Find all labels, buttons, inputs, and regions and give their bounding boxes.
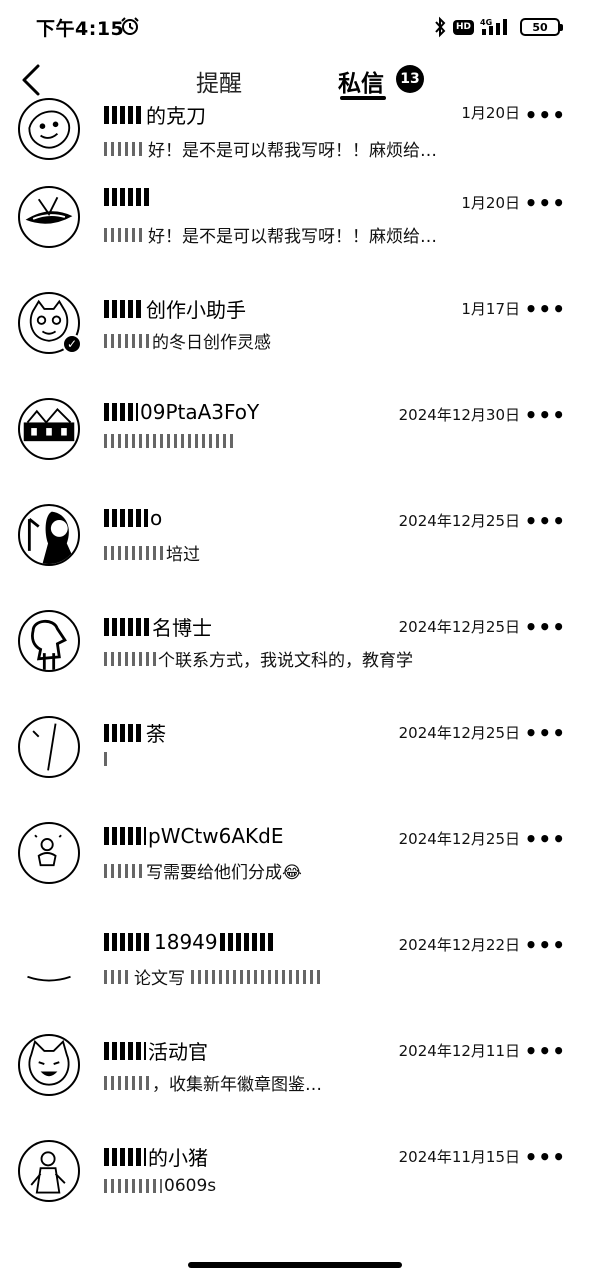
message-preview: 的冬日创作灵感 bbox=[104, 328, 271, 353]
conversation-row[interactable]: 活动官 2024年12月11日 ••• ，收集新年徽章图鉴… bbox=[0, 1026, 590, 1132]
message-date: 2024年12月11日 bbox=[398, 1042, 520, 1060]
message-date: 2024年12月30日 bbox=[398, 406, 520, 424]
message-preview bbox=[104, 434, 236, 448]
contact-name: 的克刀 bbox=[104, 100, 206, 129]
more-horizontal-icon[interactable]: ••• bbox=[525, 1041, 566, 1061]
conversation-row[interactable]: 名博士 2024年12月25日 ••• 个联系方式，我说文科的，教育学 bbox=[0, 602, 590, 708]
battery-level: 50 bbox=[532, 20, 548, 34]
contact-name: 荼 bbox=[104, 718, 166, 747]
network-type: 4G bbox=[480, 18, 492, 27]
avatar[interactable] bbox=[18, 716, 80, 778]
more-horizontal-icon[interactable]: ••• bbox=[525, 405, 566, 425]
active-tab-indicator bbox=[340, 96, 386, 100]
more-horizontal-icon[interactable]: ••• bbox=[525, 617, 566, 637]
message-date: 1月17日 bbox=[461, 300, 520, 318]
avatar[interactable] bbox=[18, 398, 80, 460]
conversation-row[interactable]: 1月20日 ••• 好！是不是可以帮我写呀！！麻烦给… bbox=[0, 178, 590, 284]
message-date: 2024年12月25日 bbox=[398, 512, 520, 530]
conversation-row[interactable]: 09PtaA3FoY 2024年12月30日 ••• bbox=[0, 390, 590, 496]
message-preview: 写需要给他们分成😂 bbox=[104, 858, 302, 883]
contact-name: 创作小助手 bbox=[104, 294, 246, 323]
status-indicators: HD 4G 50 bbox=[433, 15, 563, 39]
message-date: 1月20日 bbox=[461, 194, 520, 212]
avatar[interactable] bbox=[18, 98, 80, 160]
avatar[interactable] bbox=[18, 186, 80, 248]
tab-direct-messages[interactable]: 私信 bbox=[338, 64, 384, 98]
avatar[interactable] bbox=[18, 1140, 80, 1202]
more-horizontal-icon[interactable]: ••• bbox=[525, 105, 566, 125]
message-date: 2024年12月25日 bbox=[398, 830, 520, 848]
message-preview: 好！是不是可以帮我写呀！！麻烦给… bbox=[104, 136, 437, 161]
more-horizontal-icon[interactable]: ••• bbox=[525, 193, 566, 213]
message-preview: 0609s bbox=[104, 1176, 216, 1196]
avatar[interactable] bbox=[18, 610, 80, 672]
hd-badge: HD bbox=[452, 19, 474, 35]
bluetooth-icon bbox=[435, 16, 446, 38]
alarm-clock-icon bbox=[121, 17, 139, 35]
battery-indicator: 50 bbox=[520, 18, 563, 36]
more-horizontal-icon[interactable]: ••• bbox=[525, 723, 566, 743]
conversation-row[interactable]: 荼 2024年12月25日 ••• bbox=[0, 708, 590, 814]
status-bar: 下午4:15 HD 4G 50 bbox=[0, 0, 590, 56]
avatar[interactable] bbox=[18, 504, 80, 566]
more-horizontal-icon[interactable]: ••• bbox=[525, 511, 566, 531]
more-horizontal-icon[interactable]: ••• bbox=[525, 1147, 566, 1167]
message-preview: 培过 bbox=[104, 540, 200, 565]
contact-name: 09PtaA3FoY bbox=[104, 400, 259, 424]
more-horizontal-icon[interactable]: ••• bbox=[525, 829, 566, 849]
message-date: 2024年12月25日 bbox=[398, 618, 520, 636]
conversation-row[interactable]: o 2024年12月25日 ••• 培过 bbox=[0, 496, 590, 602]
avatar[interactable] bbox=[18, 822, 80, 884]
more-horizontal-icon[interactable]: ••• bbox=[525, 299, 566, 319]
message-preview: 个联系方式，我说文科的，教育学 bbox=[104, 646, 413, 671]
contact-name: o bbox=[104, 506, 162, 530]
conversation-row[interactable]: 的克刀 1月20日 ••• 好！是不是可以帮我写呀！！麻烦给… bbox=[0, 98, 590, 178]
message-preview bbox=[104, 752, 112, 766]
avatar[interactable] bbox=[18, 928, 80, 990]
message-preview: 论文写 bbox=[104, 964, 323, 989]
conversation-row[interactable]: 的小猪 2024年11月15日 ••• 0609s bbox=[0, 1132, 590, 1238]
message-date: 2024年12月25日 bbox=[398, 724, 520, 742]
message-date: 2024年11月15日 bbox=[398, 1148, 520, 1166]
message-date: 1月20日 bbox=[461, 104, 520, 122]
contact-name: 18949 bbox=[104, 930, 278, 954]
unread-badge: 13 bbox=[396, 65, 424, 93]
avatar[interactable] bbox=[18, 1034, 80, 1096]
conversation-list: 的克刀 1月20日 ••• 好！是不是可以帮我写呀！！麻烦给… 1月20日 ••… bbox=[0, 98, 590, 1238]
tab-remind[interactable]: 提醒 bbox=[196, 64, 242, 98]
status-time: 下午4:15 bbox=[36, 18, 125, 40]
contact-name: 名博士 bbox=[104, 612, 212, 641]
verified-check-icon: ✓ bbox=[62, 334, 82, 354]
home-indicator[interactable] bbox=[188, 1262, 402, 1268]
signal-icon: 4G bbox=[480, 18, 507, 35]
header: 提醒 私信 13 bbox=[0, 56, 590, 106]
chevron-left-icon[interactable] bbox=[18, 62, 46, 98]
more-horizontal-icon[interactable]: ••• bbox=[525, 935, 566, 955]
message-preview: ，收集新年徽章图鉴… bbox=[104, 1070, 322, 1095]
contact-name: 的小猪 bbox=[104, 1142, 208, 1171]
contact-name: pWCtw6AKdE bbox=[104, 824, 284, 848]
contact-name: 活动官 bbox=[104, 1036, 208, 1065]
contact-name bbox=[104, 188, 154, 206]
message-date: 2024年12月22日 bbox=[398, 936, 520, 954]
conversation-row[interactable]: ✓ 创作小助手 1月17日 ••• 的冬日创作灵感 bbox=[0, 284, 590, 390]
conversation-row[interactable]: 18949 2024年12月22日 ••• 论文写 bbox=[0, 920, 590, 1026]
conversation-row[interactable]: pWCtw6AKdE 2024年12月25日 ••• 写需要给他们分成😂 bbox=[0, 814, 590, 920]
message-preview: 好！是不是可以帮我写呀！！麻烦给… bbox=[104, 222, 437, 247]
